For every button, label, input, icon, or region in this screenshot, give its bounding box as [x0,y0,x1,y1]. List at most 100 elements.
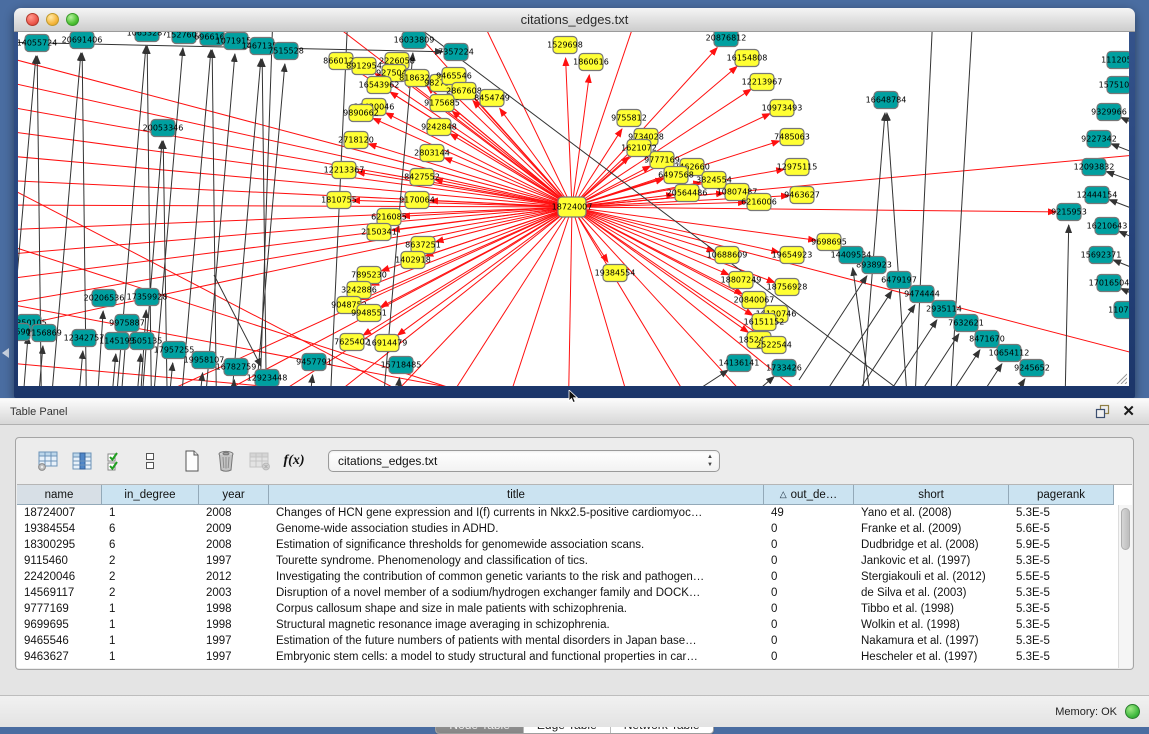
memory-indicator-icon[interactable] [1125,704,1140,719]
graph-edge-black[interactable] [1121,117,1129,139]
graph-edge-red[interactable] [18,205,572,207]
graph-edge-black[interactable] [913,32,933,386]
graph-node[interactable]: 2718120 [338,132,374,149]
graph-edge-black[interactable] [177,50,211,386]
graph-edge-black[interactable] [19,336,28,386]
graph-node[interactable]: 20053346 [143,120,184,137]
table-row[interactable]: 911546021997Tourette syndrome. Phenomeno… [17,553,1132,569]
delete-column-icon[interactable] [214,448,238,474]
column-header-title[interactable]: title [269,485,764,505]
table-row[interactable]: 977716911998Corpus callosum shape and si… [17,601,1132,617]
table-row[interactable]: 969969511998Structural magnetic resonanc… [17,617,1132,633]
graph-edge-black[interactable] [1064,225,1069,386]
graph-node[interactable]: 7625402 [334,334,370,351]
graph-edge-red[interactable] [572,207,1056,212]
graph-edge-red[interactable] [572,75,589,207]
graph-node[interactable]: 9215953 [1051,204,1087,221]
graph-edge-black[interactable] [74,351,83,386]
column-header-outde[interactable]: △out_de… [764,485,854,505]
graph-edge-red[interactable] [566,58,572,207]
row-height-icon[interactable] [138,448,162,474]
graph-edge-black[interactable] [799,276,867,380]
graph-edge-red[interactable] [18,207,572,230]
graph-node[interactable]: 1733426 [766,360,802,377]
graph-node[interactable]: 16154808 [727,50,768,67]
graph-node[interactable]: 1860616 [573,54,609,71]
graph-node[interactable]: 18724007 [552,197,593,217]
graph-edge-red[interactable] [18,207,572,255]
graph-node[interactable]: 12213967 [742,74,783,91]
table-row[interactable]: 2242004622012Investigating the contribut… [17,569,1132,585]
graph-node[interactable]: 9242848 [421,119,457,136]
graph-node[interactable]: 14055724 [18,35,57,52]
graph-edge-black[interactable] [618,370,728,386]
zoom-window-icon[interactable] [66,13,79,26]
table-row[interactable]: 1830029562008Estimation of significance … [17,537,1132,553]
table-vertical-scrollbar[interactable] [1118,505,1132,668]
column-header-name[interactable]: name [17,485,102,505]
graph-node[interactable]: 19384554 [595,265,636,282]
show-columns-icon[interactable] [70,448,94,474]
graph-node[interactable]: 16914479 [367,335,408,352]
column-header-indegree[interactable]: in_degree [102,485,199,505]
table-row[interactable]: 1456911722003Disruption of a novel membe… [17,585,1132,601]
graph-node[interactable]: 20564486 [667,185,708,202]
minimize-window-icon[interactable] [46,13,59,26]
graph-node[interactable]: 10973493 [762,100,803,117]
table-settings-icon[interactable] [36,448,60,474]
graph-node[interactable]: 12923448 [247,370,288,387]
network-window-titlebar[interactable]: citations_edges.txt [14,8,1135,32]
close-window-icon[interactable] [26,13,39,26]
graph-edge-red[interactable] [572,207,848,386]
graph-edge-black[interactable] [891,334,959,386]
panel-collapse-arrow-icon[interactable] [2,348,9,358]
new-column-icon[interactable] [180,448,204,474]
graph-node[interactable]: 9463627 [784,187,820,204]
graph-edge-black[interactable] [107,354,116,386]
graph-node[interactable]: 10653287 [127,32,168,42]
graph-edge-black[interactable] [94,311,103,386]
graph-edge-black[interactable] [934,364,1002,386]
graph-node[interactable]: 9245652 [1014,360,1050,377]
graph-node[interactable]: 9457791 [296,354,332,371]
graph-edge-red[interactable] [18,130,572,207]
graph-edge-red[interactable] [18,105,572,207]
graph-node[interactable]: 9227342 [1081,131,1117,148]
graph-edge-black[interactable] [948,32,973,386]
graph-edge-black[interactable] [698,376,774,386]
graph-edge-red[interactable] [572,207,729,275]
graph-edge-black[interactable] [391,378,400,386]
graph-node[interactable]: 9755812 [611,110,647,127]
graph-edge-red[interactable] [568,207,572,386]
graph-edge-black[interactable] [132,354,141,386]
table-row[interactable]: 1938455462009Genome-wide association stu… [17,521,1132,537]
network-canvas[interactable]: 1405572420691406106532871527602696616010… [18,32,1129,386]
graph-node[interactable]: 1529698 [547,37,583,54]
graph-edge-black[interactable] [212,50,217,386]
graph-edge-black[interactable] [887,113,911,386]
graph-edge-black[interactable] [214,275,261,366]
graph-edge-red[interactable] [444,158,572,207]
column-header-pagerank[interactable]: pagerank [1009,485,1114,505]
graph-node[interactable]: 14136141 [719,355,760,372]
graph-edge-red[interactable] [572,207,1129,362]
table-row[interactable]: 946554611997Estimation of the future num… [17,633,1132,649]
column-header-short[interactable]: short [854,485,1009,505]
resize-grip-icon[interactable] [1114,371,1127,384]
graph-edge-black[interactable] [912,350,980,386]
graph-node[interactable]: 15751074 [1099,77,1129,94]
graph-node[interactable]: 1107534 [1108,302,1129,319]
graph-edge-black[interactable] [227,59,261,386]
graph-edge-black[interactable] [847,305,915,386]
graph-node[interactable]: 1145193 [99,333,135,350]
graph-node[interactable]: 7485063 [774,129,810,146]
graph-node[interactable]: 16648784 [866,92,907,109]
close-panel-icon[interactable]: ✕ [1122,404,1135,419]
graph-edge-red[interactable] [478,32,572,207]
graph-node[interactable]: 12093832 [1074,159,1115,176]
table-row[interactable]: 1872400712008Changes of HCN gene express… [17,505,1132,521]
graph-node[interactable]: 20876812 [706,32,747,47]
float-panel-icon[interactable] [1095,404,1110,419]
graph-edge-red[interactable] [18,55,572,207]
table-selector-dropdown[interactable]: citations_edges.txt ▲▼ [328,450,720,472]
